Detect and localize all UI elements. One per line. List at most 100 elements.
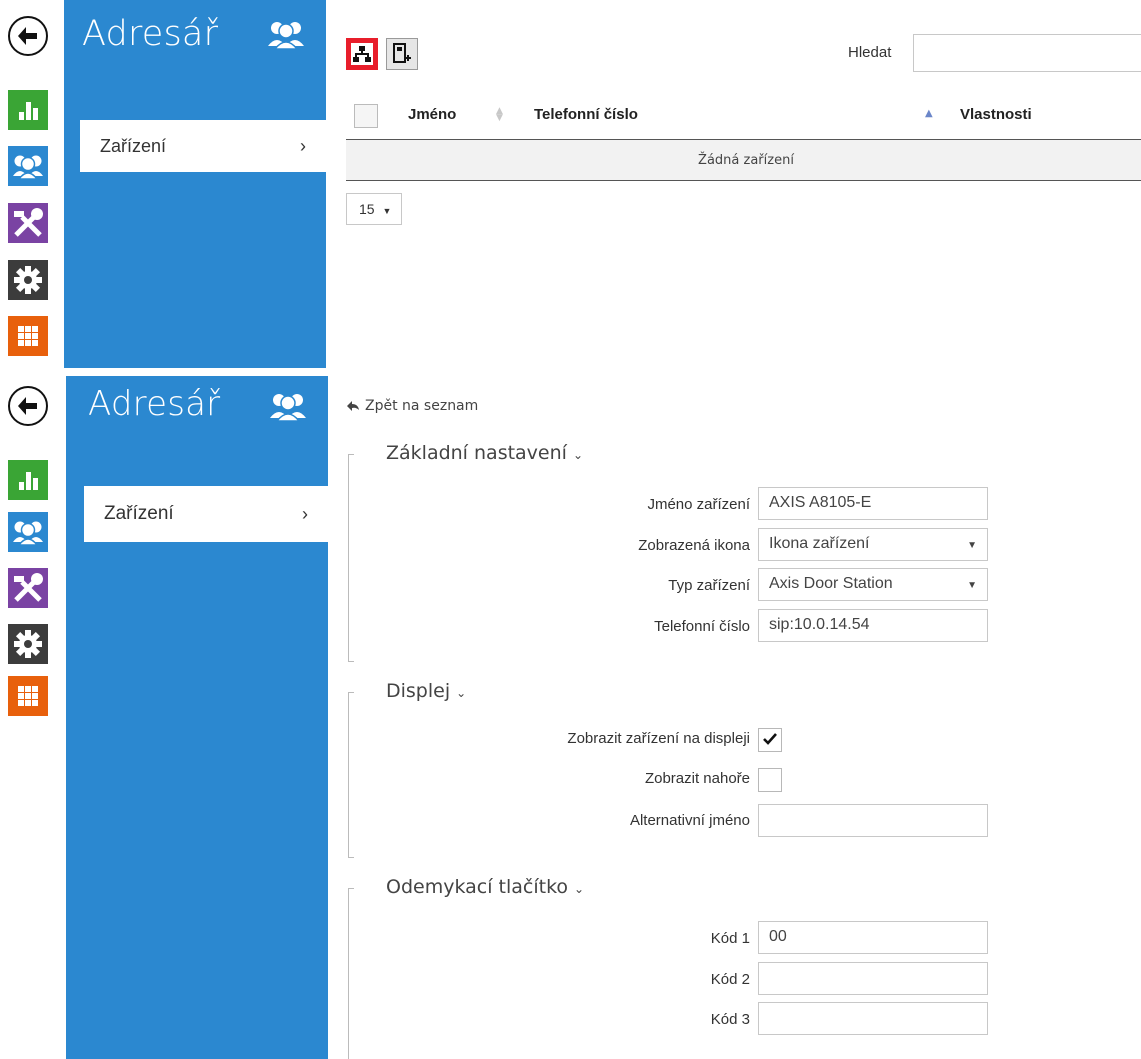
- code2-label: Kód 2: [710, 971, 750, 988]
- grid-icon: [18, 686, 38, 706]
- users-icon: [270, 394, 306, 422]
- section-basic-settings: Základní nastavení ⌄ Jméno zařízení AXIS …: [348, 442, 1141, 664]
- sidebar-title: Adresář: [82, 14, 219, 54]
- section-display: Displej ⌄ Zobrazit zařízení na displeji Z…: [348, 680, 1141, 860]
- column-properties[interactable]: Vlastnosti: [960, 106, 1032, 123]
- sidebar-item-label: Zařízení: [100, 135, 167, 156]
- bar-chart-icon: [19, 102, 38, 120]
- back-link-label: Zpět na seznam: [365, 398, 479, 414]
- code1-input[interactable]: 00: [758, 921, 988, 954]
- search-input[interactable]: [913, 34, 1141, 72]
- chevron-right-icon: ›: [300, 135, 306, 156]
- sort-both-icon[interactable]: ▲ ▼: [496, 107, 503, 123]
- system-nav[interactable]: [8, 316, 48, 356]
- services-nav[interactable]: [8, 203, 48, 243]
- alt-name-input[interactable]: [758, 804, 988, 837]
- add-device-button[interactable]: [386, 38, 418, 70]
- section-frame: [348, 454, 354, 662]
- device-detail-screen: Adresář Zařízení › Zpět na seznam Základ…: [0, 376, 1141, 1059]
- directory-nav[interactable]: [8, 512, 48, 552]
- device-name-input[interactable]: AXIS A8105-E: [758, 487, 988, 520]
- gear-icon: [14, 630, 42, 658]
- gear-icon: [14, 266, 42, 294]
- tools-icon: [14, 573, 43, 602]
- status-nav[interactable]: [8, 90, 48, 130]
- chevron-down-icon: ⌄: [572, 448, 583, 462]
- section-title[interactable]: Displej ⌄: [386, 680, 466, 702]
- chevron-right-icon: ›: [302, 503, 308, 524]
- chevron-down-icon: ⌄: [574, 882, 585, 896]
- icon-rail: [0, 376, 64, 1059]
- code3-input[interactable]: [758, 1002, 988, 1035]
- phone-number-label: Telefonní číslo: [654, 618, 750, 635]
- column-phone[interactable]: Telefonní číslo: [534, 106, 638, 123]
- icon-select-value: Ikona zařízení: [769, 535, 870, 552]
- search-label: Hledat: [848, 44, 892, 61]
- phone-number-input[interactable]: sip:10.0.14.54: [758, 609, 988, 642]
- table-header: Jméno ▲ ▼ Telefonní číslo ▲ Vlastnosti: [346, 92, 1141, 140]
- directory-nav[interactable]: [8, 146, 48, 186]
- page-size-value: 15: [359, 201, 375, 217]
- services-nav[interactable]: [8, 568, 48, 608]
- settings-nav[interactable]: [8, 624, 48, 664]
- code2-input[interactable]: [758, 962, 988, 995]
- checkmark-icon: [763, 733, 777, 745]
- add-device-icon: [393, 43, 411, 63]
- bar-chart-icon: [19, 472, 38, 490]
- users-icon: [268, 22, 304, 50]
- device-type-label: Typ zařízení: [668, 577, 750, 594]
- section-title-text: Odemykací tlačítko: [386, 876, 569, 898]
- arrow-left-icon: [18, 27, 37, 45]
- section-title-text: Displej: [386, 680, 451, 702]
- device-name-label: Jméno zařízení: [647, 496, 750, 513]
- code3-label: Kód 3: [710, 1011, 750, 1028]
- status-nav[interactable]: [8, 460, 48, 500]
- users-icon: [13, 155, 43, 180]
- code1-label: Kód 1: [710, 930, 750, 947]
- show-on-display-checkbox[interactable]: [758, 728, 782, 752]
- select-all-checkbox[interactable]: [354, 104, 378, 128]
- show-on-display-label: Zobrazit zařízení na displeji: [567, 730, 750, 747]
- back-to-list-link[interactable]: Zpět na seznam: [347, 398, 478, 414]
- reply-arrow-icon: [347, 401, 359, 411]
- caret-down-icon: ▼: [382, 206, 392, 216]
- sort-ascending-icon[interactable]: ▲: [925, 108, 933, 119]
- section-title-text: Základní nastavení: [386, 442, 567, 464]
- device-type-select[interactable]: Axis Door Station ▼: [758, 568, 988, 601]
- show-on-top-checkbox[interactable]: [758, 768, 782, 792]
- back-button[interactable]: [8, 16, 48, 56]
- back-button[interactable]: [8, 386, 48, 426]
- chevron-down-icon: ⌄: [456, 686, 467, 700]
- grid-icon: [18, 326, 38, 346]
- sidebar-item-label: Zařízení: [104, 503, 174, 524]
- network-devices-button[interactable]: [346, 38, 378, 70]
- sidebar-title: Adresář: [88, 384, 221, 424]
- icon-rail: [0, 0, 64, 368]
- sidebar-item-devices[interactable]: Zařízení ›: [80, 120, 326, 172]
- users-icon: [13, 521, 43, 546]
- column-name[interactable]: Jméno: [408, 106, 456, 123]
- empty-table-message: Žádná zařízení: [346, 140, 1141, 181]
- section-title[interactable]: Základní nastavení ⌄: [386, 442, 583, 464]
- settings-nav[interactable]: [8, 260, 48, 300]
- section-unlock-button: Odemykací tlačítko ⌄ Kód 1 00 Kód 2 Kód 3: [348, 876, 1141, 1059]
- alt-name-label: Alternativní jméno: [629, 812, 750, 829]
- show-on-top-label: Zobrazit nahoře: [644, 770, 750, 787]
- page-size-select[interactable]: 15 ▼: [346, 193, 402, 225]
- sidebar: Adresář Zařízení ›: [64, 0, 326, 368]
- section-title[interactable]: Odemykací tlačítko ⌄: [386, 876, 584, 898]
- tools-icon: [14, 208, 43, 237]
- arrow-left-icon: [18, 397, 37, 415]
- device-type-value: Axis Door Station: [769, 575, 893, 592]
- sidebar: Adresář Zařízení ›: [66, 376, 328, 1059]
- device-list-screen: Adresář Zařízení › Hledat Jméno ▲ ▼ Tele…: [0, 0, 1141, 368]
- icon-label: Zobrazená ikona: [638, 537, 750, 554]
- system-nav[interactable]: [8, 676, 48, 716]
- caret-down-icon: ▼: [967, 580, 977, 591]
- section-frame: [348, 692, 354, 858]
- network-icon: [353, 46, 371, 62]
- sidebar-item-devices[interactable]: Zařízení ›: [84, 486, 328, 542]
- caret-down-icon: ▼: [967, 540, 977, 551]
- section-frame: [348, 888, 354, 1059]
- icon-select[interactable]: Ikona zařízení ▼: [758, 528, 988, 561]
